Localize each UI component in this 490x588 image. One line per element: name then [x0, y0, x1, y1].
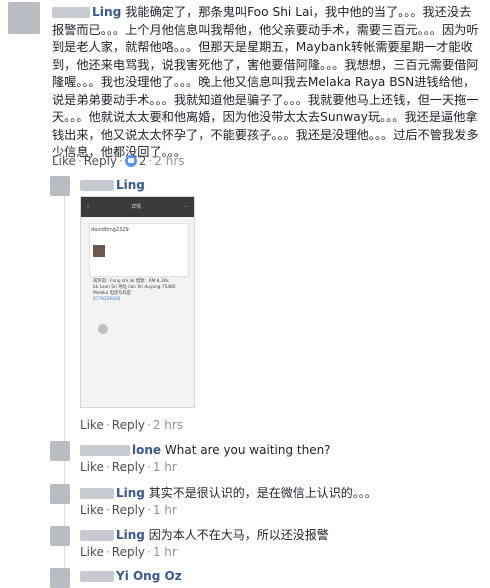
avatar[interactable] [50, 526, 70, 546]
name-blur [80, 180, 114, 191]
reply-body: lone What are you waiting then? [80, 442, 331, 458]
name-blur [80, 530, 114, 541]
name-blur [80, 571, 114, 582]
timestamp[interactable]: 1 hr [153, 460, 177, 474]
reply-author-name[interactable]: Yi Ong Oz [116, 569, 182, 583]
timestamp[interactable]: 2 hrs [154, 154, 184, 168]
comment-actions: Like · Reply · 2 · 2 hrs [52, 154, 185, 168]
avatar[interactable] [50, 484, 70, 504]
phone-message: 或罗塔：Fong shi lai 借款：RM 8,30k bk Loan Sri… [93, 279, 187, 303]
reply-header: Ling [80, 178, 145, 192]
name-blur [80, 445, 130, 456]
comment-text: 我能确定了，那条鬼叫Foo Shi Lai，我中他的当了。。。我还没去报警而已。… [52, 5, 479, 159]
floating-button-icon [98, 324, 108, 334]
like-button[interactable]: Like [80, 503, 104, 517]
reply-button[interactable]: Reply [112, 545, 145, 559]
comment-body: Ling 我能确定了，那条鬼叫Foo Shi Lai，我中他的当了。。。我还没去… [52, 4, 480, 162]
like-button[interactable]: Like [80, 418, 104, 432]
back-icon: ‹ [87, 204, 89, 210]
like-button[interactable]: Like [52, 154, 76, 168]
reply-body: Ling 因为本人不在大马，所以还没报警 [80, 527, 329, 543]
reply-button[interactable]: Reply [112, 460, 145, 474]
phone-header-title: 详情 [131, 204, 142, 210]
profile-photo [93, 245, 105, 257]
reply-text: 因为本人不在大马，所以还没报警 [148, 528, 329, 542]
like-button[interactable]: Like [80, 460, 104, 474]
phone-message-line: bk Loan Sri 地址 ilan Sri duyong 75460 Mel… [93, 285, 176, 296]
avatar[interactable] [8, 2, 40, 34]
reply-button[interactable]: Reply [84, 154, 117, 168]
like-button[interactable]: Like [80, 545, 104, 559]
like-reaction-icon[interactable] [124, 155, 137, 167]
thread-line [64, 176, 65, 579]
reply-actions: Like · Reply · 2 hrs [80, 418, 184, 432]
avatar[interactable] [50, 176, 70, 196]
reply-actions: Like · Reply · 1 hr [80, 460, 177, 474]
reply-actions: Like · Reply · 1 hr [80, 545, 177, 559]
reply-body: Yi Ong Oz [80, 568, 182, 584]
reply-author-name[interactable]: lone [132, 443, 161, 457]
phone-username: davidfong2329 [91, 227, 129, 233]
reply-actions: Like · Reply · 1 hr [80, 503, 177, 517]
reply-text: 其实不是很认识的，是在微信上认识的。。。 [148, 486, 377, 500]
timestamp[interactable]: 1 hr [153, 545, 177, 559]
more-icon: ··· [183, 204, 188, 210]
reply-button[interactable]: Reply [112, 418, 145, 432]
timestamp[interactable]: 1 hr [153, 503, 177, 517]
reply-text: What are you waiting then? [164, 443, 331, 457]
avatar[interactable] [50, 568, 70, 588]
name-blur [52, 7, 90, 18]
reply-body: Ling 其实不是很认识的，是在微信上认识的。。。 [80, 485, 377, 501]
name-blur [80, 488, 114, 499]
timestamp[interactable]: 2 hrs [153, 418, 183, 432]
reply-author-name[interactable]: Ling [116, 528, 145, 542]
commenter-name[interactable]: Ling [92, 5, 121, 19]
reply-button[interactable]: Reply [112, 503, 145, 517]
reply-author-name[interactable]: Ling [116, 178, 145, 192]
account-number: 0770320026 [93, 297, 121, 302]
phone-status-bar: ‹ 详情 ··· [81, 197, 194, 217]
attached-screenshot[interactable]: ‹ 详情 ··· davidfong2329 或罗塔：Fong shi lai … [80, 196, 195, 408]
avatar[interactable] [50, 441, 70, 461]
reply-author-name[interactable]: Ling [116, 486, 145, 500]
